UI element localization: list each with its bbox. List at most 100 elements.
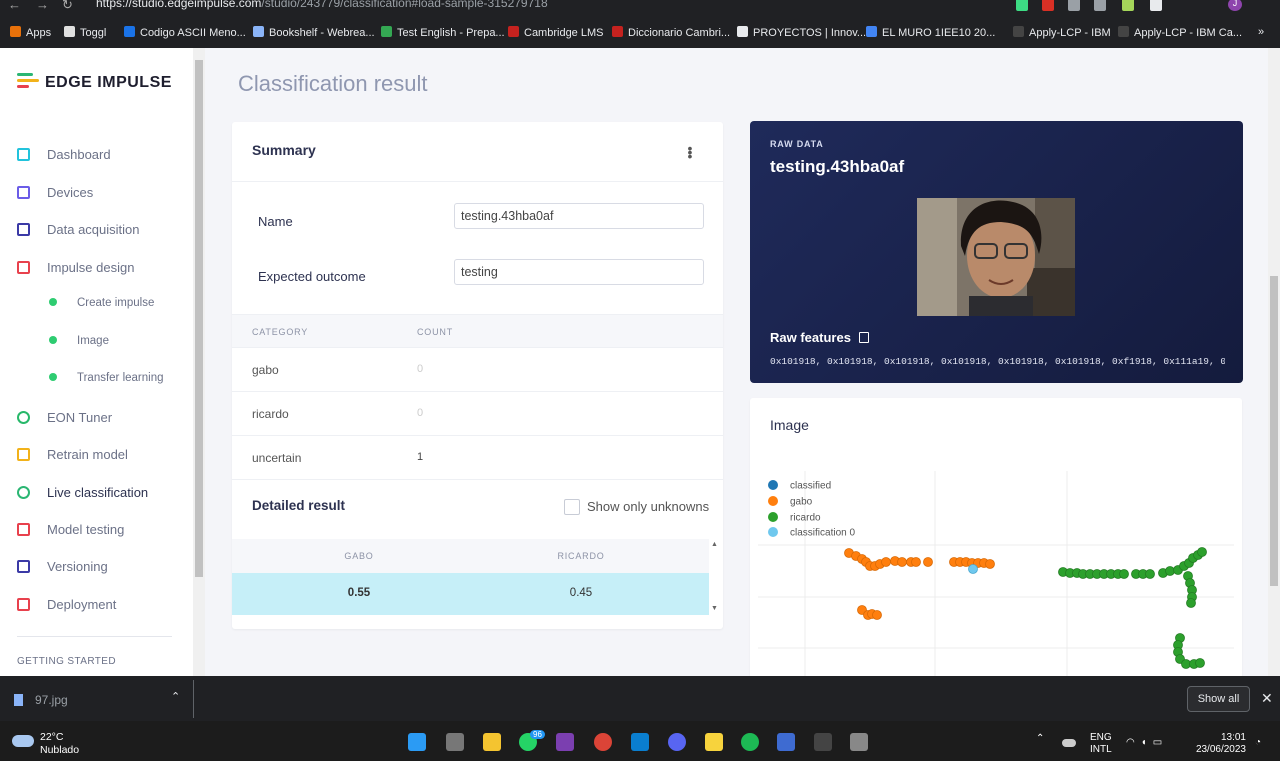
scrollbar-thumb[interactable] bbox=[1270, 276, 1278, 586]
snipping-tool-icon[interactable] bbox=[850, 733, 868, 751]
feature-scatter-plot[interactable]: classified gabo ricardo classification 0 bbox=[750, 471, 1242, 677]
profile-avatar[interactable]: J bbox=[1228, 0, 1242, 11]
scatter-point-gabo[interactable] bbox=[897, 557, 907, 567]
sidebar-item-retrain-model[interactable]: Retrain model bbox=[17, 447, 128, 462]
sticky-notes-icon[interactable] bbox=[705, 733, 723, 751]
puzzle-icon[interactable] bbox=[1150, 0, 1162, 11]
copy-icon[interactable] bbox=[858, 332, 869, 343]
sidebar-item-label: Live classification bbox=[47, 485, 149, 500]
bookmark-item[interactable]: Codigo ASCII Meno... bbox=[124, 26, 246, 39]
scatter-point-ricardo[interactable] bbox=[1186, 598, 1196, 608]
back-icon[interactable]: ← bbox=[8, 0, 21, 12]
bookmark-item[interactable]: Test English - Prepa... bbox=[381, 26, 505, 39]
extension-icon[interactable] bbox=[1122, 0, 1134, 11]
sidebar-item-live-classification[interactable]: Live classification bbox=[17, 485, 148, 500]
onenote-icon[interactable] bbox=[556, 733, 574, 751]
scrollbar-thumb[interactable] bbox=[195, 60, 203, 577]
scatter-point-gabo[interactable] bbox=[911, 557, 921, 567]
download-item[interactable]: 97.jpg bbox=[14, 693, 68, 707]
detailed-result-scrollbar[interactable]: ▲ ▼ bbox=[710, 539, 720, 615]
bookmark-item[interactable]: Apply-LCP - IBM bbox=[1013, 26, 1111, 39]
bookmark-item[interactable]: EL MURO 1IEE10 20... bbox=[866, 26, 995, 39]
chrome-icon[interactable] bbox=[594, 733, 612, 751]
pulse-icon bbox=[17, 261, 30, 274]
legend-label[interactable]: gabo bbox=[790, 497, 813, 508]
address-bar[interactable]: https://studio.edgeimpulse.com/studio/24… bbox=[96, 0, 548, 10]
sidebar-item-deployment[interactable]: Deployment bbox=[17, 597, 116, 612]
bookmark-label: Apply-LCP - IBM Ca... bbox=[1134, 27, 1242, 39]
scatter-point-gabo[interactable] bbox=[923, 557, 933, 567]
forward-icon[interactable]: → bbox=[36, 0, 49, 12]
clock[interactable]: 13:01 23/06/2023 bbox=[1192, 732, 1246, 756]
scroll-down-icon[interactable]: ▼ bbox=[711, 605, 718, 612]
bookmarks-overflow-icon[interactable]: » bbox=[1258, 26, 1264, 38]
extension-icon[interactable] bbox=[1094, 0, 1106, 11]
terminal-icon[interactable] bbox=[814, 733, 832, 751]
more-options-icon[interactable]: • • • bbox=[687, 141, 693, 163]
name-field[interactable] bbox=[454, 203, 704, 229]
expected-outcome-label: Expected outcome bbox=[258, 269, 366, 284]
bookmark-item[interactable]: Apply-LCP - IBM Ca... bbox=[1118, 26, 1242, 39]
language-indicator[interactable]: ENG INTL bbox=[1090, 732, 1112, 756]
time: 13:01 bbox=[1220, 732, 1246, 743]
bookmark-item[interactable]: Bookshelf - Webrea... bbox=[253, 26, 375, 39]
sidebar-scrollbar[interactable] bbox=[193, 48, 205, 676]
close-icon[interactable]: ✕ bbox=[1261, 690, 1273, 707]
sidebar-item-devices[interactable]: Devices bbox=[17, 185, 93, 200]
remote-desktop-icon[interactable] bbox=[777, 733, 795, 751]
system-tray-icons[interactable]: ◠◖▭ bbox=[1126, 737, 1168, 748]
scatter-point-ricardo[interactable] bbox=[1145, 569, 1155, 579]
file-explorer-icon[interactable] bbox=[483, 733, 501, 751]
onedrive-icon[interactable] bbox=[1062, 739, 1076, 747]
scroll-up-icon[interactable]: ▲ bbox=[711, 541, 718, 548]
extension-icon[interactable] bbox=[1068, 0, 1080, 11]
page-scrollbar[interactable] bbox=[1268, 48, 1280, 676]
sidebar-item-label: Dashboard bbox=[47, 147, 111, 162]
bookmark-item[interactable]: Toggl bbox=[64, 26, 106, 39]
sidebar-subitem-create-impulse[interactable]: Create impulse bbox=[49, 297, 154, 309]
vscode-icon[interactable] bbox=[631, 733, 649, 751]
reload-icon[interactable]: ↻ bbox=[62, 0, 73, 13]
sidebar-item-dashboard[interactable]: Dashboard bbox=[17, 147, 111, 162]
sidebar-subitem-image[interactable]: Image bbox=[49, 335, 109, 347]
discord-icon[interactable] bbox=[668, 733, 686, 751]
scatter-point-ricardo[interactable] bbox=[1119, 569, 1129, 579]
bookmark-item[interactable]: Apps bbox=[10, 26, 51, 39]
scatter-point-ricardo[interactable] bbox=[1197, 547, 1207, 557]
sidebar-item-data-acquisition[interactable]: Data acquisition bbox=[17, 222, 140, 237]
expected-outcome-field[interactable] bbox=[454, 259, 704, 285]
tuner-icon bbox=[17, 411, 30, 424]
chevron-up-icon[interactable]: ⌃ bbox=[171, 690, 180, 703]
scatter-point-gabo[interactable] bbox=[881, 557, 891, 567]
extension-icon[interactable] bbox=[1042, 0, 1054, 11]
legend-label[interactable]: classification 0 bbox=[790, 528, 855, 539]
legend-label[interactable]: ricardo bbox=[790, 513, 821, 524]
sidebar-item-eon-tuner[interactable]: EON Tuner bbox=[17, 410, 112, 425]
show-all-button[interactable]: Show all bbox=[1187, 686, 1250, 712]
bookmark-item[interactable]: Diccionario Cambri... bbox=[612, 26, 730, 39]
legend-label[interactable]: classified bbox=[790, 481, 831, 492]
brand-logo[interactable]: EDGE IMPULSE bbox=[17, 73, 172, 92]
scatter-point-ricardo[interactable] bbox=[1165, 566, 1175, 576]
spotify-icon[interactable] bbox=[741, 733, 759, 751]
scatter-point-gabo[interactable] bbox=[872, 610, 882, 620]
sidebar-subitem-transfer-learning[interactable]: Transfer learning bbox=[49, 372, 164, 384]
sidebar-item-model-testing[interactable]: Model testing bbox=[17, 522, 124, 537]
sidebar-item-impulse-design[interactable]: Impulse design bbox=[17, 260, 134, 275]
bookmark-item[interactable]: PROYECTOS | Innov... bbox=[737, 26, 866, 39]
getting-started-heading: GETTING STARTED bbox=[17, 656, 116, 667]
chip-icon bbox=[17, 186, 30, 199]
checkbox[interactable] bbox=[564, 499, 580, 515]
scatter-point-gabo[interactable] bbox=[985, 559, 995, 569]
bookmark-item[interactable]: Cambridge LMS bbox=[508, 26, 603, 39]
task-view-icon[interactable] bbox=[446, 733, 464, 751]
windows-start-icon[interactable] bbox=[408, 733, 426, 751]
detailed-result-row[interactable]: 0.55 0.45 bbox=[232, 573, 709, 615]
show-only-unknowns-toggle[interactable]: Show only unknowns bbox=[564, 499, 709, 515]
scatter-point-classification-0[interactable] bbox=[968, 564, 978, 574]
scatter-point-ricardo[interactable] bbox=[1195, 658, 1205, 668]
notification-icon[interactable]: ◔ bbox=[1255, 737, 1261, 748]
sidebar-item-versioning[interactable]: Versioning bbox=[17, 559, 108, 574]
extension-icon[interactable] bbox=[1016, 0, 1028, 11]
chevron-up-icon[interactable]: ⌃ bbox=[1036, 733, 1044, 744]
